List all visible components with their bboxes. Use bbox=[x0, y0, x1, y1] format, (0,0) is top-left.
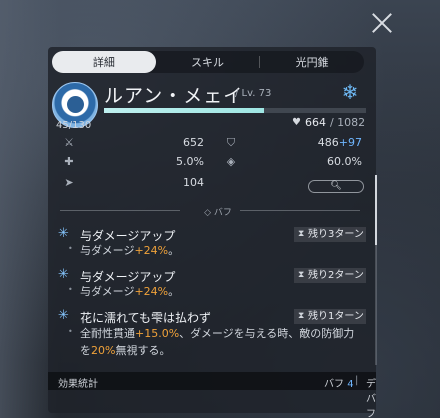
buff-description: 与ダメージ+24%。 bbox=[80, 285, 180, 298]
heart-icon: ♥ bbox=[292, 117, 301, 128]
buff-description-line2: を20%無視する。 bbox=[80, 344, 171, 357]
hp-value: ♥ 664 / 1082 bbox=[292, 116, 365, 129]
stat-defense-bonus: +97 bbox=[338, 138, 362, 149]
hp-max: / 1082 bbox=[329, 116, 366, 129]
sparkle-buff-icon: ✳ bbox=[58, 226, 69, 241]
bullet-dot: • bbox=[68, 285, 73, 294]
hp-current: 664 bbox=[304, 116, 326, 129]
buff-item[interactable]: ✳ 花に濡れても雫は払わず ⧗ 残り1ターン • 全耐性貫通+15.0%、ダメージ… bbox=[58, 309, 366, 363]
scrollbar[interactable] bbox=[375, 175, 377, 365]
stat-speed: 104 bbox=[183, 176, 204, 189]
stat-defense-value: 486 bbox=[317, 138, 339, 149]
tab-bar: 詳細 スキル 光円錐 bbox=[52, 51, 364, 73]
tab-skills[interactable]: スキル bbox=[156, 51, 260, 73]
sparkle-buff-icon: ✳ bbox=[58, 267, 69, 282]
divider-line-right bbox=[240, 210, 360, 211]
footer-separator: | bbox=[355, 375, 359, 386]
energy-count: 45/130 bbox=[56, 120, 92, 131]
buff-timer: ⧗ 残り3ターン bbox=[294, 227, 366, 242]
stat-attack: 652 bbox=[183, 138, 204, 149]
bullet-dot: • bbox=[68, 327, 73, 336]
effect-stats-footer: 効果統計 バフ 4 | デバフ 0 bbox=[48, 372, 376, 418]
hp-bar bbox=[104, 108, 366, 113]
emblem-core bbox=[67, 96, 84, 113]
buff-timer: ⧗ 残り2ターン bbox=[294, 268, 366, 283]
stats-detail-search-button[interactable]: 🔍︎ bbox=[308, 180, 364, 193]
buff-name: 与ダメージアップ bbox=[80, 270, 176, 284]
buff-description-line1: 全耐性貫通+15.0%、ダメージを与える時、敵の防御力 bbox=[80, 327, 355, 340]
divider-line-left bbox=[60, 210, 180, 211]
scrollbar-thumb[interactable] bbox=[375, 175, 377, 245]
hourglass-icon: ⧗ bbox=[298, 311, 305, 321]
stat-defense: 486+97 bbox=[282, 138, 362, 149]
sparkle-buff-icon: ✳ bbox=[58, 308, 69, 323]
stat-crit: 5.0% bbox=[176, 155, 204, 168]
speed-boot-icon: ➤ bbox=[64, 176, 74, 189]
bullet-dot: • bbox=[68, 244, 73, 253]
buff-item[interactable]: ✳ 与ダメージアップ ⧗ 残り2ターン • 与ダメージ+24%。 bbox=[58, 268, 366, 302]
close-button[interactable] bbox=[369, 10, 395, 36]
hourglass-icon: ⧗ bbox=[298, 270, 305, 280]
character-level: / Lv. 73 bbox=[235, 88, 272, 99]
buff-section-divider: ◇ バフ bbox=[60, 205, 360, 218]
tab-light-cone[interactable]: 光円錐 bbox=[260, 51, 364, 73]
hourglass-icon: ⧗ bbox=[298, 229, 305, 239]
buff-section-label: ◇ バフ bbox=[204, 208, 232, 218]
buff-name: 与ダメージアップ bbox=[80, 229, 176, 243]
buff-name: 花に濡れても雫は払わず bbox=[80, 311, 212, 325]
stat-effect-res: 60.0% bbox=[327, 155, 362, 168]
ice-snowflake-icon: ❄ bbox=[341, 80, 359, 104]
crit-rate-icon: ✚ bbox=[64, 155, 74, 168]
buff-count: バフ 4 bbox=[324, 379, 354, 390]
character-name: ルアン・メェイ bbox=[104, 85, 244, 107]
buff-description: 与ダメージ+24%。 bbox=[80, 244, 180, 257]
attack-icon: ⚔ bbox=[64, 138, 74, 149]
hp-bar-fill bbox=[104, 108, 264, 113]
tab-details[interactable]: 詳細 bbox=[52, 51, 156, 73]
defense-shield-icon: ⛉ bbox=[226, 138, 236, 149]
magnifier-icon: 🔍︎ bbox=[330, 181, 342, 191]
buff-item[interactable]: ✳ 与ダメージアップ ⧗ 残り3ターン • 与ダメージ+24%。 bbox=[58, 227, 366, 261]
effect-res-icon: ◈ bbox=[226, 155, 236, 168]
debuff-count: デバフ 0 bbox=[366, 379, 376, 418]
effect-stats-label: 効果統計 bbox=[58, 379, 98, 390]
buff-timer: ⧗ 残り1ターン bbox=[294, 309, 366, 324]
